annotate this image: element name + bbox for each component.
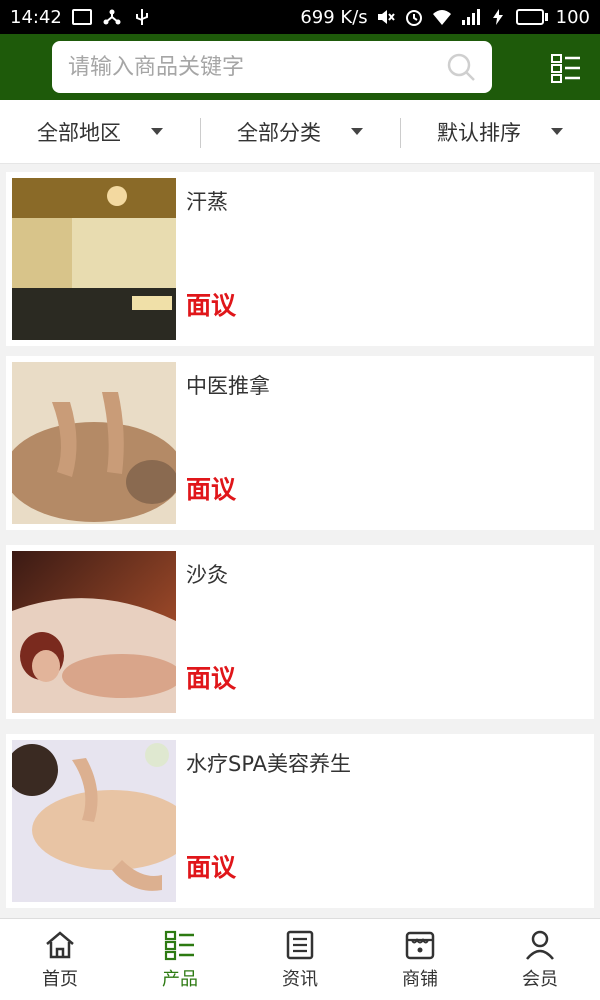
- status-bar: 14:42 699 K/s 100: [0, 0, 600, 34]
- dropdown-caret-icon: [351, 128, 363, 135]
- news-icon: [286, 930, 314, 959]
- home-icon: [46, 930, 74, 958]
- nav-store[interactable]: 商铺: [360, 919, 480, 1000]
- search-box[interactable]: [52, 41, 492, 93]
- product-price: 面议: [186, 664, 237, 693]
- nav-products[interactable]: 产品: [120, 919, 240, 1000]
- filter-category[interactable]: 全部分类: [200, 100, 400, 163]
- header: [0, 34, 600, 100]
- filter-sort-label: 默认排序: [437, 120, 521, 145]
- notification-icon: [71, 9, 92, 25]
- search-input[interactable]: [68, 54, 446, 80]
- member-icon: [526, 930, 554, 960]
- product-price: 面议: [186, 475, 237, 504]
- dropdown-caret-icon: [151, 128, 163, 135]
- product-price: 面议: [186, 853, 237, 882]
- signal-icon: [461, 9, 480, 25]
- product-card[interactable]: 中医推拿 面议: [6, 356, 594, 530]
- wifi-icon: [432, 10, 451, 25]
- filter-region-label: 全部地区: [37, 120, 121, 145]
- filter-bar: 全部地区 全部分类 默认排序: [0, 100, 600, 164]
- nav-store-label: 商铺: [402, 968, 438, 990]
- category-menu-icon[interactable]: [550, 52, 582, 84]
- product-title[interactable]: 水疗SPA美容养生: [186, 748, 351, 778]
- product-card[interactable]: 水疗SPA美容养生 面议: [6, 734, 594, 908]
- battery-icon: [515, 9, 548, 25]
- product-title[interactable]: 中医推拿: [186, 370, 270, 400]
- mute-icon: [377, 10, 395, 24]
- nav-news[interactable]: 资讯: [240, 919, 360, 1000]
- bottom-nav: 首页 产品 资讯 商铺 会员: [0, 918, 600, 1000]
- filter-sort[interactable]: 默认排序: [400, 100, 600, 163]
- nav-member[interactable]: 会员: [480, 919, 600, 1000]
- alarm-icon: [405, 10, 422, 26]
- filter-region[interactable]: 全部地区: [0, 100, 200, 163]
- product-card[interactable]: 沙灸 面议: [6, 545, 594, 719]
- product-thumbnail-massage[interactable]: [12, 362, 176, 524]
- product-thumbnail-sauna[interactable]: [12, 178, 176, 340]
- product-thumbnail-sand-moxibustion[interactable]: [12, 551, 176, 713]
- nav-home-label: 首页: [42, 968, 78, 990]
- clock: 14:42: [10, 6, 62, 28]
- product-list-icon: [164, 930, 194, 960]
- charging-icon: [492, 9, 503, 25]
- product-card[interactable]: 汗蒸 面议: [6, 172, 594, 346]
- product-thumbnail-spa[interactable]: [12, 740, 176, 902]
- product-title[interactable]: 汗蒸: [186, 186, 228, 216]
- search-icon[interactable]: [446, 52, 476, 82]
- filter-category-label: 全部分类: [237, 120, 321, 145]
- product-title[interactable]: 沙灸: [186, 559, 228, 589]
- battery-level: 100: [555, 6, 590, 28]
- nav-news-label: 资讯: [282, 968, 318, 990]
- usb-icon: [135, 9, 148, 25]
- dropdown-caret-icon: [551, 128, 563, 135]
- network-speed: 699 K/s: [300, 6, 368, 28]
- store-icon: [405, 931, 435, 959]
- nav-home[interactable]: 首页: [0, 919, 120, 1000]
- share-icon: [103, 9, 121, 25]
- nav-products-label: 产品: [162, 968, 198, 990]
- nav-member-label: 会员: [522, 968, 558, 990]
- product-price: 面议: [186, 291, 237, 320]
